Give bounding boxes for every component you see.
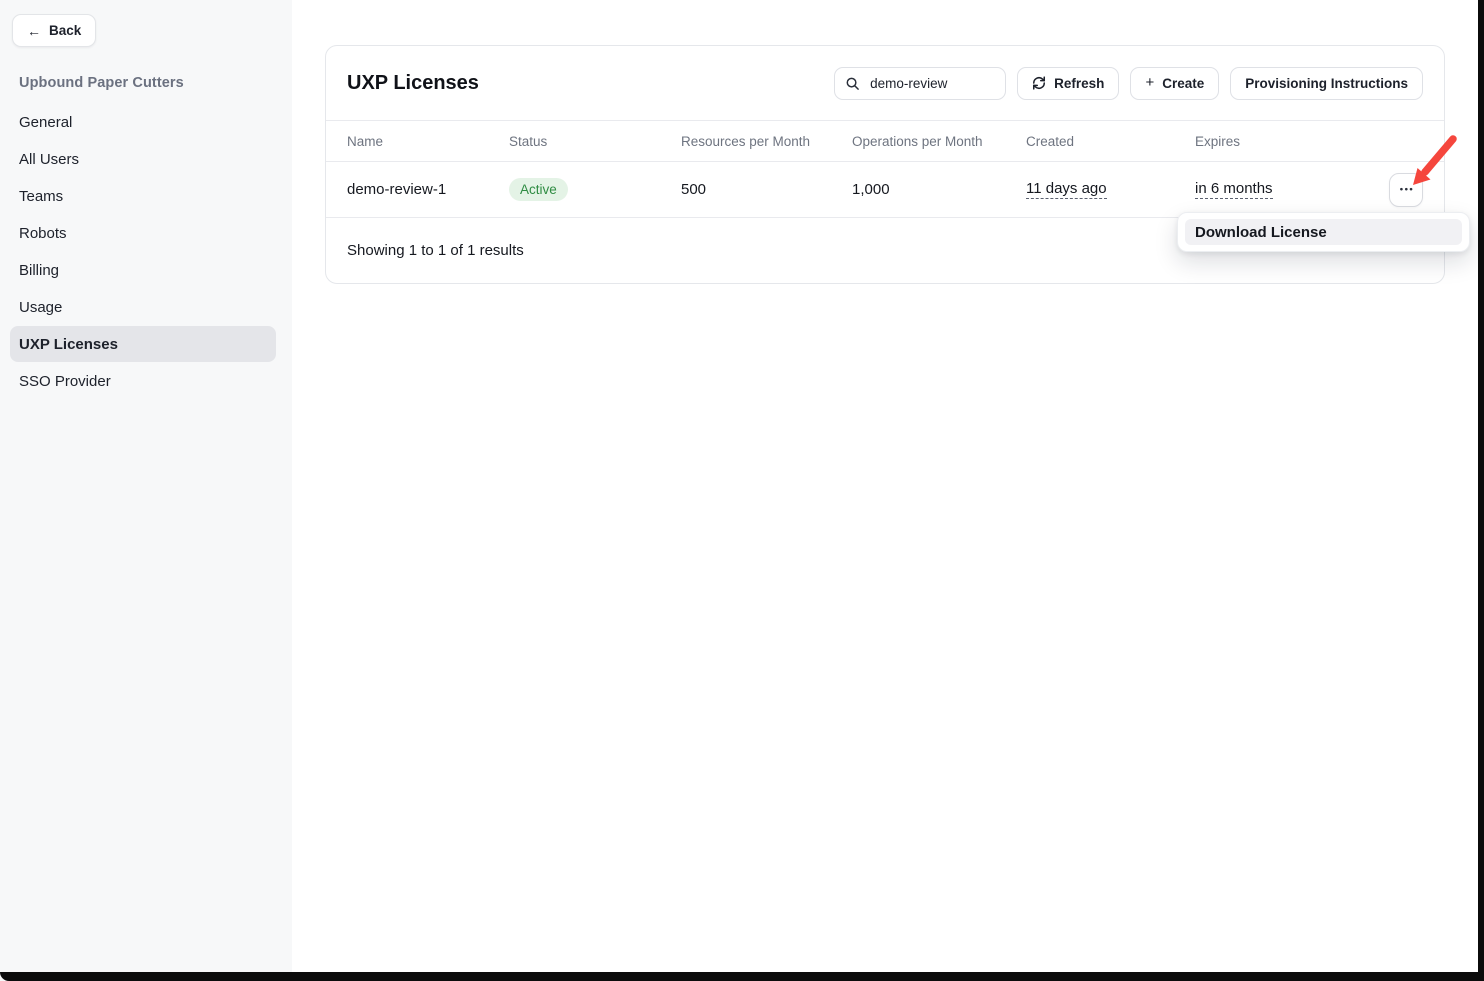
plus-icon: + — [1145, 75, 1154, 90]
refresh-button-label: Refresh — [1054, 76, 1104, 91]
sidebar-item-usage[interactable]: Usage — [10, 289, 276, 325]
header-controls: Refresh + Create Provisioning Instructio… — [834, 67, 1423, 100]
back-button-label: Back — [49, 23, 81, 38]
column-header-operations: Operations per Month — [852, 134, 1026, 149]
expires-tooltip-text[interactable]: in 6 months — [1195, 180, 1273, 199]
sidebar-item-all-users[interactable]: All Users — [10, 141, 276, 177]
created-cell[interactable]: 11 days ago — [1026, 180, 1195, 199]
sidebar-item-general[interactable]: General — [10, 104, 276, 140]
menu-item-download-license[interactable]: Download License — [1185, 219, 1462, 245]
ellipsis-icon: ••• — [1400, 184, 1414, 195]
sidebar-item-billing[interactable]: Billing — [10, 252, 276, 288]
card-header: UXP Licenses — [326, 46, 1444, 121]
sidebar-nav: General All Users Teams Robots Billing U… — [10, 104, 276, 399]
refresh-button[interactable]: Refresh — [1017, 67, 1119, 100]
column-header-name: Name — [347, 134, 509, 149]
back-button[interactable]: ← Back — [12, 14, 96, 47]
page-title: UXP Licenses — [347, 72, 479, 95]
resources-per-month-cell: 500 — [681, 181, 852, 198]
search-box — [834, 67, 1006, 100]
refresh-icon — [1032, 76, 1046, 90]
create-button-label: Create — [1162, 76, 1204, 91]
status-badge: Active — [509, 178, 568, 201]
table-header-row: Name Status Resources per Month Operatio… — [326, 121, 1444, 162]
back-arrow-icon: ← — [27, 24, 41, 38]
row-actions-context-menu: Download License — [1177, 212, 1470, 252]
created-tooltip-text[interactable]: 11 days ago — [1026, 180, 1107, 199]
sidebar-item-uxp-licenses[interactable]: UXP Licenses — [10, 326, 276, 362]
column-header-status: Status — [509, 134, 681, 149]
provisioning-instructions-label: Provisioning Instructions — [1245, 76, 1408, 91]
table-row: demo-review-1 Active 500 1,000 11 days a… — [326, 162, 1444, 218]
sidebar-item-robots[interactable]: Robots — [10, 215, 276, 251]
sidebar-item-teams[interactable]: Teams — [10, 178, 276, 214]
operations-per-month-cell: 1,000 — [852, 181, 1026, 198]
column-header-resources: Resources per Month — [681, 134, 852, 149]
search-icon — [845, 76, 860, 91]
expires-cell[interactable]: in 6 months — [1195, 180, 1369, 199]
organization-title: Upbound Paper Cutters — [19, 75, 184, 91]
provisioning-instructions-button[interactable]: Provisioning Instructions — [1230, 67, 1423, 100]
create-button[interactable]: + Create — [1130, 67, 1219, 100]
column-header-created: Created — [1026, 134, 1195, 149]
sidebar-item-sso-provider[interactable]: SSO Provider — [10, 363, 276, 399]
license-name-cell: demo-review-1 — [347, 181, 509, 198]
window-edge-right — [1478, 0, 1484, 981]
window-edge-bottom — [0, 972, 1484, 981]
row-actions-menu-button[interactable]: ••• — [1389, 173, 1423, 207]
search-input[interactable] — [868, 75, 995, 92]
license-status-cell: Active — [509, 178, 568, 201]
settings-sidebar: ← Back Upbound Paper Cutters General All… — [0, 0, 292, 981]
results-count-text: Showing 1 to 1 of 1 results — [347, 242, 524, 259]
app-window: ← Back Upbound Paper Cutters General All… — [0, 0, 1484, 981]
column-header-expires: Expires — [1195, 134, 1369, 149]
